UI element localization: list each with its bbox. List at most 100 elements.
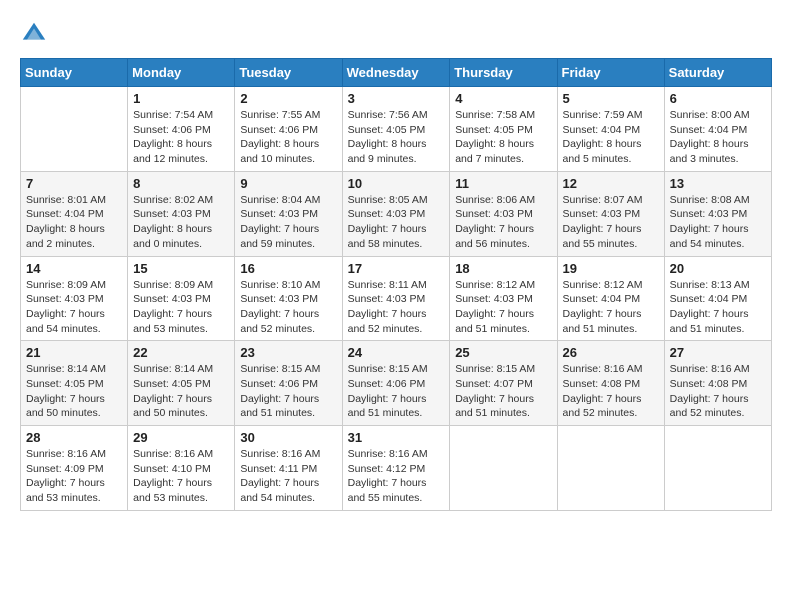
calendar-body: 1 Sunrise: 7:54 AM Sunset: 4:06 PM Daylig… (21, 87, 772, 511)
calendar-cell: 5 Sunrise: 7:59 AM Sunset: 4:04 PM Daylig… (557, 87, 664, 172)
day-info: Sunrise: 8:09 AM Sunset: 4:03 PM Dayligh… (133, 278, 229, 337)
calendar-week-1: 1 Sunrise: 7:54 AM Sunset: 4:06 PM Daylig… (21, 87, 772, 172)
day-info: Sunrise: 8:16 AM Sunset: 4:09 PM Dayligh… (26, 447, 122, 506)
day-number: 6 (670, 91, 766, 106)
day-info: Sunrise: 8:11 AM Sunset: 4:03 PM Dayligh… (348, 278, 445, 337)
calendar-cell: 17 Sunrise: 8:11 AM Sunset: 4:03 PM Dayli… (342, 256, 450, 341)
day-number: 27 (670, 345, 766, 360)
calendar-cell: 2 Sunrise: 7:55 AM Sunset: 4:06 PM Daylig… (235, 87, 342, 172)
day-number: 11 (455, 176, 551, 191)
calendar-cell: 7 Sunrise: 8:01 AM Sunset: 4:04 PM Daylig… (21, 171, 128, 256)
day-number: 30 (240, 430, 336, 445)
day-info: Sunrise: 8:15 AM Sunset: 4:07 PM Dayligh… (455, 362, 551, 421)
calendar-cell: 20 Sunrise: 8:13 AM Sunset: 4:04 PM Dayli… (664, 256, 771, 341)
day-info: Sunrise: 8:08 AM Sunset: 4:03 PM Dayligh… (670, 193, 766, 252)
calendar-cell: 30 Sunrise: 8:16 AM Sunset: 4:11 PM Dayli… (235, 426, 342, 511)
calendar-cell: 27 Sunrise: 8:16 AM Sunset: 4:08 PM Dayli… (664, 341, 771, 426)
calendar-cell: 8 Sunrise: 8:02 AM Sunset: 4:03 PM Daylig… (128, 171, 235, 256)
day-header-wednesday: Wednesday (342, 59, 450, 87)
day-number: 16 (240, 261, 336, 276)
day-number: 28 (26, 430, 122, 445)
day-info: Sunrise: 8:16 AM Sunset: 4:11 PM Dayligh… (240, 447, 336, 506)
calendar-cell (664, 426, 771, 511)
calendar-cell: 22Sunrise: 8:14 AM Sunset: 4:05 PM Dayli… (128, 341, 235, 426)
day-number: 20 (670, 261, 766, 276)
day-header-thursday: Thursday (450, 59, 557, 87)
calendar-cell: 29 Sunrise: 8:16 AM Sunset: 4:10 PM Dayli… (128, 426, 235, 511)
calendar-cell: 3 Sunrise: 7:56 AM Sunset: 4:05 PM Daylig… (342, 87, 450, 172)
day-number: 12 (563, 176, 659, 191)
calendar-cell: 31 Sunrise: 8:16 AM Sunset: 4:12 PM Dayli… (342, 426, 450, 511)
calendar-cell: 6 Sunrise: 8:00 AM Sunset: 4:04 PM Daylig… (664, 87, 771, 172)
day-number: 9 (240, 176, 336, 191)
day-info: Sunrise: 7:56 AM Sunset: 4:05 PM Dayligh… (348, 108, 445, 167)
day-number: 3 (348, 91, 445, 106)
day-number: 2 (240, 91, 336, 106)
day-info: Sunrise: 8:06 AM Sunset: 4:03 PM Dayligh… (455, 193, 551, 252)
calendar-cell (557, 426, 664, 511)
calendar-week-5: 28 Sunrise: 8:16 AM Sunset: 4:09 PM Dayli… (21, 426, 772, 511)
day-info: Sunrise: 8:16 AM Sunset: 4:08 PM Dayligh… (670, 362, 766, 421)
day-number: 25 (455, 345, 551, 360)
calendar-table: SundayMondayTuesdayWednesdayThursdayFrid… (20, 58, 772, 511)
calendar-cell (450, 426, 557, 511)
day-number: 5 (563, 91, 659, 106)
day-number: 22 (133, 345, 229, 360)
day-info: Sunrise: 8:16 AM Sunset: 4:12 PM Dayligh… (348, 447, 445, 506)
day-number: 8 (133, 176, 229, 191)
calendar-week-2: 7 Sunrise: 8:01 AM Sunset: 4:04 PM Daylig… (21, 171, 772, 256)
day-number: 13 (670, 176, 766, 191)
day-info: Sunrise: 8:15 AM Sunset: 4:06 PM Dayligh… (348, 362, 445, 421)
day-info: Sunrise: 8:07 AM Sunset: 4:03 PM Dayligh… (563, 193, 659, 252)
calendar-header-row: SundayMondayTuesdayWednesdayThursdayFrid… (21, 59, 772, 87)
day-number: 21 (26, 345, 122, 360)
calendar-cell: 16 Sunrise: 8:10 AM Sunset: 4:03 PM Dayli… (235, 256, 342, 341)
day-number: 18 (455, 261, 551, 276)
day-number: 15 (133, 261, 229, 276)
day-number: 1 (133, 91, 229, 106)
logo-icon (20, 20, 48, 48)
day-header-sunday: Sunday (21, 59, 128, 87)
calendar-week-3: 14 Sunrise: 8:09 AM Sunset: 4:03 PM Dayli… (21, 256, 772, 341)
day-info: Sunrise: 8:02 AM Sunset: 4:03 PM Dayligh… (133, 193, 229, 252)
day-info: Sunrise: 7:55 AM Sunset: 4:06 PM Dayligh… (240, 108, 336, 167)
day-number: 29 (133, 430, 229, 445)
day-number: 10 (348, 176, 445, 191)
day-info: Sunrise: 8:04 AM Sunset: 4:03 PM Dayligh… (240, 193, 336, 252)
day-header-monday: Monday (128, 59, 235, 87)
day-number: 31 (348, 430, 445, 445)
day-number: 26 (563, 345, 659, 360)
calendar-cell: 13 Sunrise: 8:08 AM Sunset: 4:03 PM Dayli… (664, 171, 771, 256)
day-info: Sunrise: 8:14 AM Sunset: 4:05 PM Dayligh… (26, 362, 122, 421)
day-number: 19 (563, 261, 659, 276)
page-header (20, 20, 772, 48)
day-info: Sunrise: 8:16 AM Sunset: 4:08 PM Dayligh… (563, 362, 659, 421)
day-header-tuesday: Tuesday (235, 59, 342, 87)
day-header-saturday: Saturday (664, 59, 771, 87)
day-info: Sunrise: 8:01 AM Sunset: 4:04 PM Dayligh… (26, 193, 122, 252)
day-info: Sunrise: 8:09 AM Sunset: 4:03 PM Dayligh… (26, 278, 122, 337)
day-info: Sunrise: 8:13 AM Sunset: 4:04 PM Dayligh… (670, 278, 766, 337)
day-info: Sunrise: 8:10 AM Sunset: 4:03 PM Dayligh… (240, 278, 336, 337)
calendar-cell: 24 Sunrise: 8:15 AM Sunset: 4:06 PM Dayli… (342, 341, 450, 426)
calendar-week-4: 21 Sunrise: 8:14 AM Sunset: 4:05 PM Dayli… (21, 341, 772, 426)
calendar-cell: 23Sunrise: 8:15 AM Sunset: 4:06 PM Dayli… (235, 341, 342, 426)
day-number: 17 (348, 261, 445, 276)
day-info: Sunrise: 8:16 AM Sunset: 4:10 PM Dayligh… (133, 447, 229, 506)
calendar-cell: 12 Sunrise: 8:07 AM Sunset: 4:03 PM Dayli… (557, 171, 664, 256)
calendar-cell: 25 Sunrise: 8:15 AM Sunset: 4:07 PM Dayli… (450, 341, 557, 426)
day-number: 7 (26, 176, 122, 191)
day-info: Sunrise: 7:59 AM Sunset: 4:04 PM Dayligh… (563, 108, 659, 167)
calendar-cell: 28 Sunrise: 8:16 AM Sunset: 4:09 PM Dayli… (21, 426, 128, 511)
calendar-cell: 26 Sunrise: 8:16 AM Sunset: 4:08 PM Dayli… (557, 341, 664, 426)
day-info: Sunrise: 8:15 AM Sunset: 4:06 PM Dayligh… (240, 362, 336, 421)
day-number: 14 (26, 261, 122, 276)
calendar-cell (21, 87, 128, 172)
calendar-cell: 9 Sunrise: 8:04 AM Sunset: 4:03 PM Daylig… (235, 171, 342, 256)
day-info: Sunrise: 7:54 AM Sunset: 4:06 PM Dayligh… (133, 108, 229, 167)
calendar-cell: 11 Sunrise: 8:06 AM Sunset: 4:03 PM Dayli… (450, 171, 557, 256)
calendar-cell: 4Sunrise: 7:58 AM Sunset: 4:05 PM Daylig… (450, 87, 557, 172)
day-number: 4 (455, 91, 551, 106)
day-number: 24 (348, 345, 445, 360)
day-info: Sunrise: 8:00 AM Sunset: 4:04 PM Dayligh… (670, 108, 766, 167)
